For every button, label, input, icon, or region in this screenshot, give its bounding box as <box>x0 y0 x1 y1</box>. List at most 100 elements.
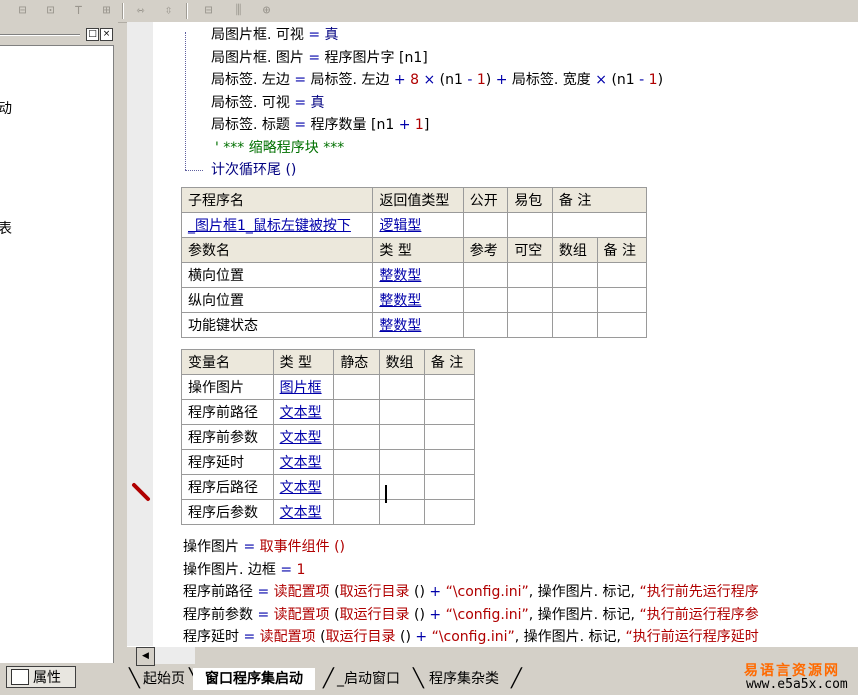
code-line[interactable]: 局标签. 左边 = 局标签. 左边 + 8 × (n1 - 1) + 局标签. … <box>211 69 663 89</box>
align-top-icon[interactable]: ⊤ <box>70 2 87 19</box>
table-cell[interactable] <box>423 399 476 425</box>
panel-tree-area[interactable]: 动 表 <box>0 45 114 663</box>
table-cell[interactable]: 功能键状态 <box>180 312 374 338</box>
table-cell[interactable]: 横向位置 <box>180 262 374 288</box>
space-horizontal-icon[interactable]: ⊟ <box>200 2 217 19</box>
table-cell[interactable] <box>333 449 380 475</box>
table-cell[interactable]: 整数型 <box>372 287 464 313</box>
table-header-cell[interactable]: 返回值类型 <box>372 187 464 213</box>
table-cell[interactable] <box>462 212 509 238</box>
table-cell[interactable]: 文本型 <box>272 449 335 475</box>
code-line[interactable]: 局标签. 可视 = 真 <box>211 92 325 112</box>
table-cell[interactable] <box>423 449 476 475</box>
code-line[interactable]: 操作图片. 边框 = 1 <box>183 559 305 579</box>
table-header-cell[interactable]: 静态 <box>333 349 380 375</box>
table-cell[interactable] <box>423 474 476 500</box>
table-cell[interactable]: 文本型 <box>272 399 335 425</box>
code-line[interactable]: 局图片框. 可视 = 真 <box>211 24 339 44</box>
scroll-left-button[interactable]: ◀ <box>136 647 155 666</box>
code-line[interactable]: 操作图片 = 取事件组件 () <box>183 536 345 556</box>
panel-minimize-button[interactable]: □ <box>86 28 99 41</box>
table-cell[interactable]: 程序前参数 <box>181 424 274 450</box>
table-cell[interactable] <box>378 499 425 525</box>
table-cell[interactable] <box>462 312 509 338</box>
code-line[interactable]: 程序前路径 = 读配置项 (取运行目录 () + “\config.ini”, … <box>183 581 759 601</box>
code-line[interactable]: ' *** 缩略程序块 *** <box>215 137 344 157</box>
table-cell[interactable] <box>551 212 648 238</box>
scroll-track[interactable] <box>155 647 195 664</box>
table-header-cell[interactable]: 类 型 <box>372 237 464 263</box>
table-header-cell[interactable]: 备 注 <box>423 349 476 375</box>
code-line[interactable]: 计次循环尾 () <box>211 159 296 179</box>
table-header-cell[interactable]: 易包 <box>507 187 553 213</box>
table-cell[interactable] <box>423 424 476 450</box>
table-cell[interactable]: 图片框 <box>272 374 335 400</box>
editor-gutter[interactable]: » <box>127 22 175 646</box>
tab-start-page[interactable]: 起始页 <box>131 668 197 690</box>
align-center-icon[interactable]: ⊡ <box>42 2 59 19</box>
table-cell[interactable] <box>333 399 380 425</box>
same-width-icon[interactable]: ⇿ <box>132 2 149 19</box>
table-cell[interactable]: 文本型 <box>272 424 335 450</box>
align-left-icon[interactable]: ⊟ <box>14 2 31 19</box>
table-cell[interactable] <box>507 287 553 313</box>
code-editor[interactable]: 局图片框. 可视 = 真局图片框. 图片 = 程序图片字 [n1] 局标签. 左边… <box>153 22 858 646</box>
table-cell[interactable]: 文本型 <box>272 499 335 525</box>
table-header-cell[interactable]: 子程序名 <box>180 187 374 213</box>
table-cell[interactable] <box>551 312 598 338</box>
table-header-cell[interactable]: 类 型 <box>272 349 335 375</box>
table-cell[interactable]: 程序延时 <box>181 449 274 475</box>
table-cell[interactable]: _图片框1_鼠标左键被按下 <box>180 212 374 238</box>
table-header-cell[interactable]: 备 注 <box>551 187 648 213</box>
table-header-cell[interactable]: 可空 <box>507 237 553 263</box>
table-header-cell[interactable]: 数组 <box>378 349 425 375</box>
table-cell[interactable] <box>596 262 648 288</box>
tree-item-fragment[interactable]: 表 <box>0 218 12 238</box>
panel-close-button[interactable]: × <box>100 28 113 41</box>
align-middle-icon[interactable]: ⊞ <box>98 2 115 19</box>
table-cell[interactable] <box>333 499 380 525</box>
breakpoint-pen-icon[interactable] <box>131 482 151 502</box>
table-header-cell[interactable]: 参考 <box>462 237 509 263</box>
space-vertical-icon[interactable]: ⫼ <box>230 2 247 19</box>
table-cell[interactable] <box>462 262 509 288</box>
table-cell[interactable] <box>333 374 380 400</box>
properties-tab[interactable]: 属性 <box>6 666 76 688</box>
tab-misc-assembly[interactable]: 程序集杂类 <box>417 668 511 690</box>
code-line[interactable]: 程序延时 = 读配置项 (取运行目录 () + “\config.ini”, 操… <box>183 626 759 646</box>
table-cell[interactable] <box>423 499 476 525</box>
table-cell[interactable] <box>462 287 509 313</box>
table-cell[interactable] <box>551 262 598 288</box>
table-header-cell[interactable]: 备 注 <box>596 237 648 263</box>
table-cell[interactable] <box>507 212 553 238</box>
table-cell[interactable] <box>378 399 425 425</box>
table-cell[interactable]: 整数型 <box>372 312 464 338</box>
table-header-cell[interactable]: 变量名 <box>181 349 274 375</box>
center-icon[interactable]: ⊕ <box>258 2 275 19</box>
tab-startup-window[interactable]: _启动窗口 <box>325 668 412 690</box>
table-header-cell[interactable]: 数组 <box>551 237 598 263</box>
table-cell[interactable]: 程序后参数 <box>181 499 274 525</box>
code-line[interactable]: 程序前参数 = 读配置项 (取运行目录 () + “\config.ini”, … <box>183 604 759 624</box>
tree-item-fragment[interactable]: 动 <box>0 98 12 118</box>
table-cell[interactable] <box>507 262 553 288</box>
table-cell[interactable] <box>333 474 380 500</box>
table-cell[interactable]: 逻辑型 <box>372 212 464 238</box>
tab-window-assembly-startup[interactable]: 窗口程序集启动 <box>193 668 315 690</box>
same-height-icon[interactable]: ⇳ <box>160 2 177 19</box>
table-cell[interactable] <box>423 374 476 400</box>
table-header-cell[interactable]: 参数名 <box>180 237 374 263</box>
table-cell[interactable] <box>551 287 598 313</box>
code-line[interactable]: 局标签. 标题 = 程序数量 [n1 + 1] <box>211 114 429 134</box>
table-cell[interactable] <box>378 424 425 450</box>
table-cell[interactable] <box>507 312 553 338</box>
table-cell[interactable]: 整数型 <box>372 262 464 288</box>
table-cell[interactable] <box>596 312 648 338</box>
table-cell[interactable]: 程序后路径 <box>181 474 274 500</box>
code-line[interactable]: 局图片框. 图片 = 程序图片字 [n1] <box>211 47 428 67</box>
table-cell[interactable] <box>333 424 380 450</box>
table-cell[interactable]: 文本型 <box>272 474 335 500</box>
table-cell[interactable]: 程序前路径 <box>181 399 274 425</box>
table-cell[interactable] <box>378 374 425 400</box>
table-cell[interactable] <box>378 449 425 475</box>
